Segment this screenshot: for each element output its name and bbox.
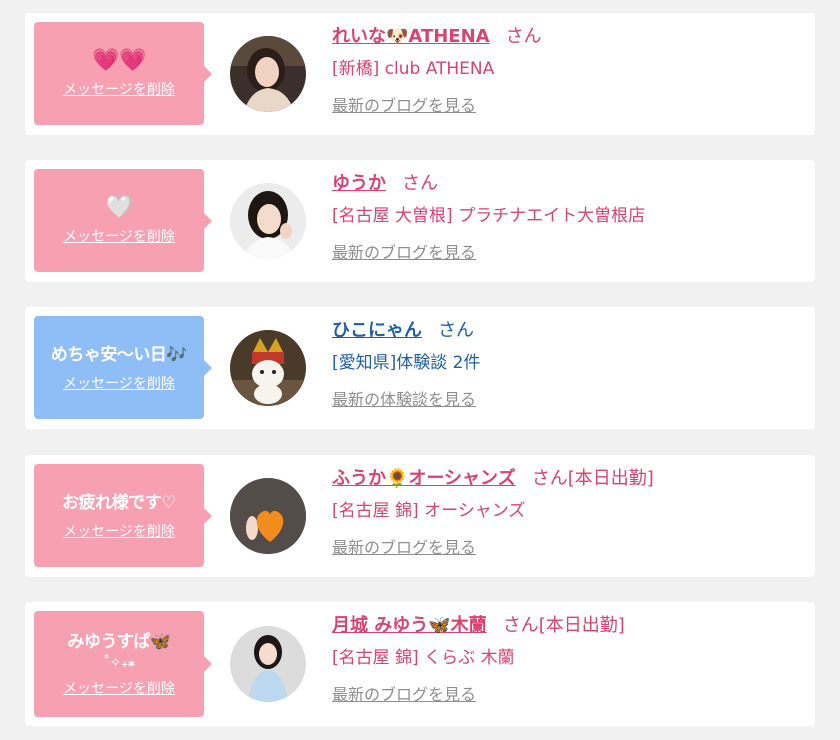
woman-photo-icon [230,183,306,259]
shop-label: [名古屋 大曽根] プラチナエイト大曽根店 [332,206,646,226]
honorific: さん [505,26,542,47]
honorific: さん [531,468,568,489]
girl-name-link[interactable]: 月城 みゆう🦋木蘭 [332,615,487,636]
avatar[interactable] [230,183,306,259]
list-item: めちゃ安〜い日🎶 メッセージを削除 ひこにゃん さん [愛知県]体験談 2件 最新… [25,307,815,429]
message-text: めちゃ安〜い日🎶 [50,344,188,365]
list-item: お疲れ様です♡ メッセージを削除 ふうか🌻オーシャンズ さん[本日出勤] [名古屋… [25,455,815,577]
girl-name-link[interactable]: ゆうか [332,173,386,194]
delete-message-link[interactable]: メッセージを削除 [63,79,175,99]
delete-message-link[interactable]: メッセージを削除 [63,678,175,698]
delete-message-link[interactable]: メッセージを削除 [63,373,175,393]
avatar[interactable] [230,330,306,406]
girl-info: ふうか🌻オーシャンズ さん[本日出勤] [名古屋 錦] オーシャンズ 最新のブログ… [332,466,654,558]
honorific: さん [402,173,438,194]
latest-review-link[interactable]: 最新の体験談を見る [332,386,476,410]
girl-name-link[interactable]: れいな🐶ATHENA [332,26,490,47]
message-bubble: 💗💗 メッセージを削除 [34,22,204,125]
shop-label: [名古屋 錦] オーシャンズ [332,501,526,521]
message-bubble: みゆうすぱ🦋 ˚✧₊⁎ メッセージを削除 [34,611,204,717]
cat-mascot-photo-icon [230,330,306,406]
latest-blog-link[interactable]: 最新のブログを見る [332,681,476,705]
girl-info: ゆうか さん [名古屋 大曽根] プラチナエイト大曽根店 最新のブログを見る [332,171,645,263]
message-text: 🤍 [105,194,133,220]
message-text-line2: ˚✧₊⁎ [103,655,135,671]
honorific: さん [502,615,539,636]
message-bubble: めちゃ安〜い日🎶 メッセージを削除 [34,316,204,419]
shop-label: [名古屋 錦] くらぶ 木蘭 [332,648,515,668]
message-text: 💗💗 [92,47,146,73]
favorites-list: 💗💗 メッセージを削除 れいな🐶ATHENA さん [新橋] club ATHEN… [0,0,840,740]
woman-photo-icon [230,36,306,112]
latest-blog-link[interactable]: 最新のブログを見る [332,239,476,263]
message-bubble: お疲れ様です♡ メッセージを削除 [34,464,204,567]
attendance-status: [本日出勤] [538,615,625,636]
girl-info: 月城 みゆう🦋木蘭 さん[本日出勤] [名古屋 錦] くらぶ 木蘭 最新のブログを… [332,613,625,705]
avatar[interactable] [230,478,306,554]
girl-name-link[interactable]: ひこにゃん [332,320,422,341]
girl-info: れいな🐶ATHENA さん [新橋] club ATHENA 最新のブログを見る [332,24,542,116]
list-item: 🤍 メッセージを削除 ゆうか さん [名古屋 大曽根] プラチナエイト大曽根店 最… [25,160,815,282]
message-text: お疲れ様です♡ [62,492,176,513]
delete-message-link[interactable]: メッセージを削除 [63,226,175,246]
shop-label: [新橋] club ATHENA [332,59,495,79]
list-item: 💗💗 メッセージを削除 れいな🐶ATHENA さん [新橋] club ATHEN… [25,13,815,135]
shop-label: [愛知県]体験談 2件 [332,353,481,373]
message-text: みゆうすぱ🦋 [67,632,171,652]
avatar[interactable] [230,36,306,112]
message-bubble: 🤍 メッセージを削除 [34,169,204,272]
latest-blog-link[interactable]: 最新のブログを見る [332,92,476,116]
heart-covered-photo-icon [230,478,306,554]
girl-info: ひこにゃん さん [愛知県]体験談 2件 最新の体験談を見る [332,318,480,410]
delete-message-link[interactable]: メッセージを削除 [63,521,175,541]
attendance-status: [本日出勤] [567,468,654,489]
woman-photo-icon [230,626,306,702]
avatar[interactable] [230,626,306,702]
girl-name-link[interactable]: ふうか🌻オーシャンズ [332,468,516,489]
list-item: みゆうすぱ🦋 ˚✧₊⁎ メッセージを削除 月城 みゆう🦋木蘭 さん[本日出勤] [… [25,602,815,726]
honorific: さん [438,320,474,341]
latest-blog-link[interactable]: 最新のブログを見る [332,534,476,558]
